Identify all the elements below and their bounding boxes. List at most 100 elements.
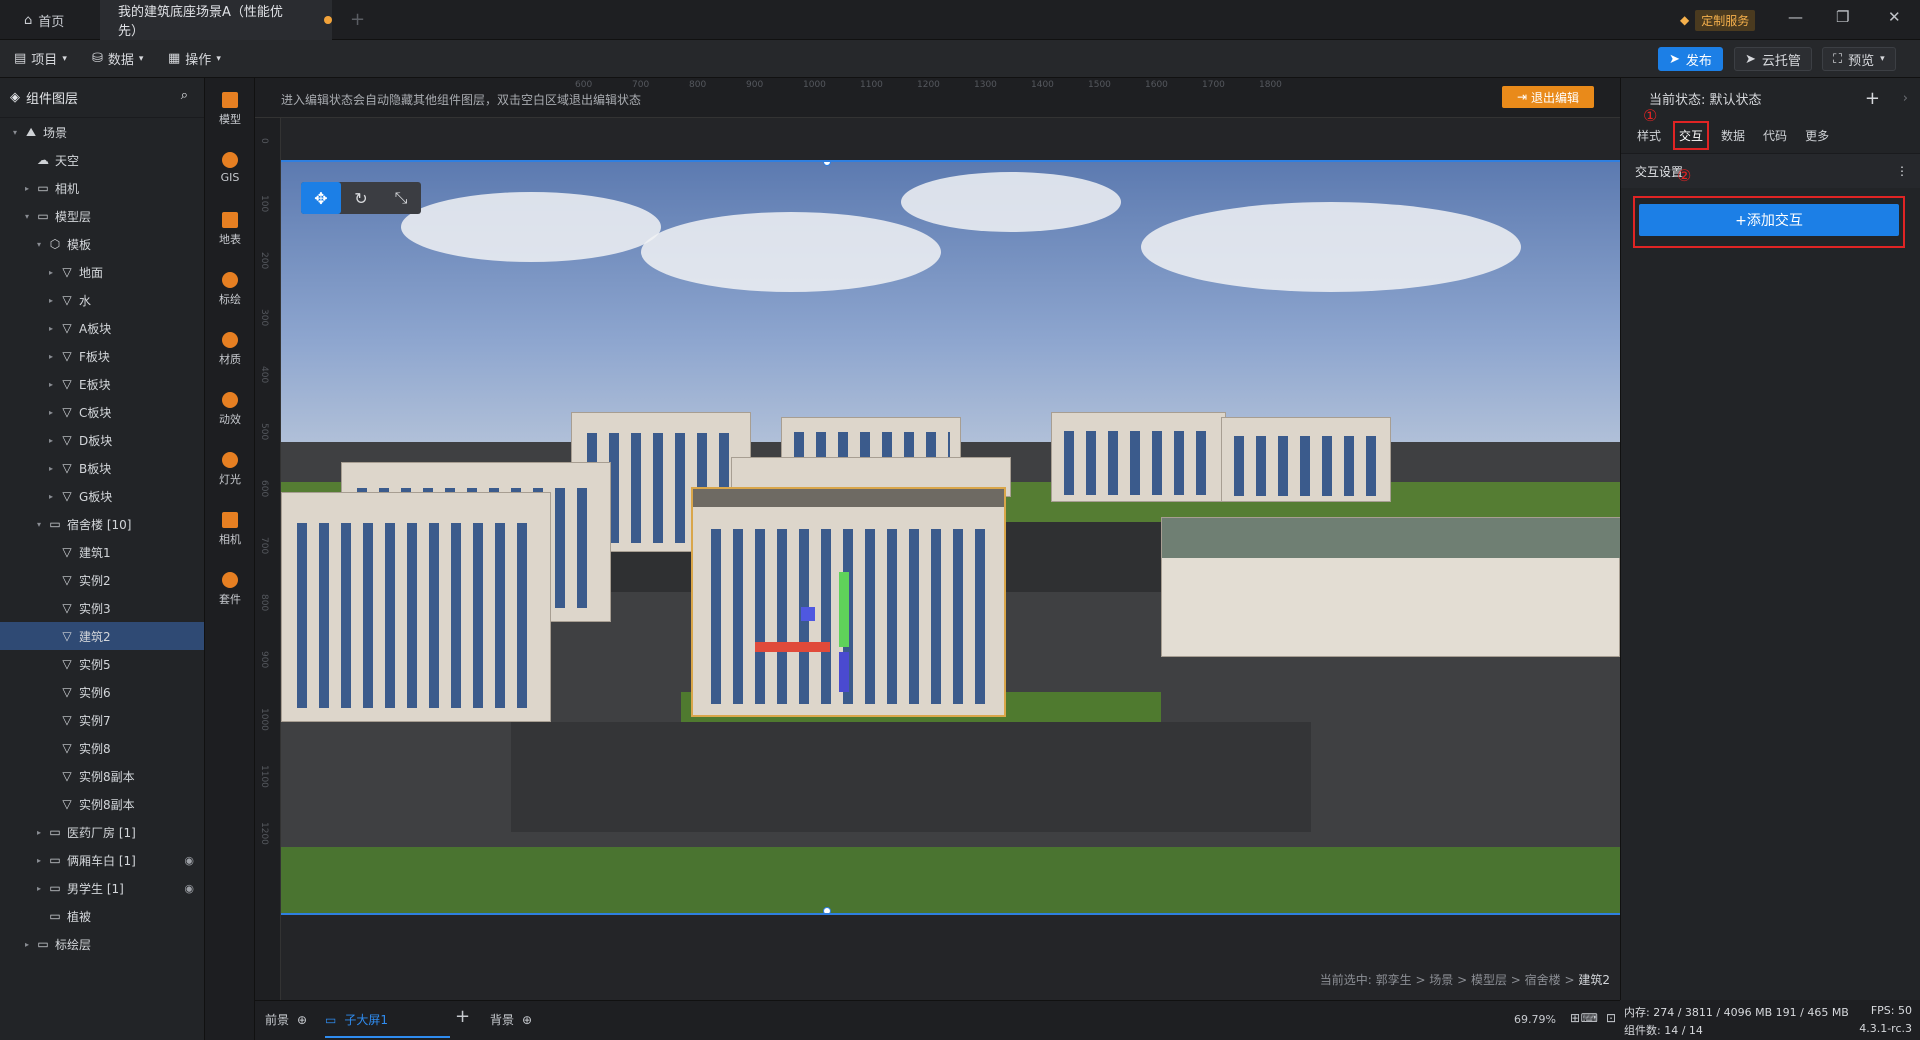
gizmo-x-axis[interactable] bbox=[755, 642, 830, 652]
restore-icon[interactable]: ❐ bbox=[1836, 8, 1849, 26]
layer-item[interactable]: ▸ ▽ E板块 bbox=[0, 370, 204, 398]
layer-item[interactable]: ▸ ▽ C板块 bbox=[0, 398, 204, 426]
caret-down-icon[interactable]: ▾ bbox=[10, 128, 20, 137]
tab-code[interactable]: 代码 bbox=[1763, 127, 1787, 144]
caret-down-icon[interactable]: ▾ bbox=[34, 520, 44, 529]
close-icon[interactable]: ✕ bbox=[1888, 8, 1901, 26]
layer-item[interactable]: ▽ 实例3 bbox=[0, 594, 204, 622]
menu-project[interactable]: ▤ 项目 ▾ bbox=[14, 49, 67, 68]
menu-operation[interactable]: ▦ 操作 ▾ bbox=[168, 49, 221, 68]
caret-down-icon[interactable]: ▾ bbox=[22, 212, 32, 221]
caret-right-icon[interactable]: ▸ bbox=[34, 884, 44, 893]
sub-screen-tab[interactable]: ▭ 子大屏1 bbox=[325, 1011, 450, 1038]
toolbox-gis[interactable]: GIS bbox=[205, 152, 255, 184]
tab-home[interactable]: ⌂ 首页 bbox=[14, 0, 100, 40]
layer-item[interactable]: ▸ ▭ 男学生 [1] ◉ bbox=[0, 874, 204, 902]
hidden-eye-icon[interactable]: ◉ bbox=[184, 854, 194, 867]
move-icon[interactable]: ✥ bbox=[301, 182, 341, 214]
caret-right-icon[interactable]: ▸ bbox=[46, 436, 56, 445]
tab-more[interactable]: 更多 bbox=[1805, 127, 1829, 144]
zoom-level[interactable]: 69.79% bbox=[1514, 1013, 1556, 1026]
caret-right-icon[interactable]: ▸ bbox=[46, 352, 56, 361]
caret-right-icon[interactable]: ▸ bbox=[46, 380, 56, 389]
layer-item[interactable]: ▸ ▽ B板块 bbox=[0, 454, 204, 482]
gizmo-y-axis[interactable] bbox=[839, 572, 849, 647]
caret-right-icon[interactable]: ▸ bbox=[22, 940, 32, 949]
layer-item[interactable]: ▽ 实例2 bbox=[0, 566, 204, 594]
3d-viewport[interactable]: ✥ ↻ ⤡ bbox=[281, 160, 1620, 915]
layer-item[interactable]: ▽ 实例5 bbox=[0, 650, 204, 678]
fit-screen-icon[interactable]: ⊞ bbox=[1570, 1011, 1580, 1025]
add-circle-icon[interactable]: ⊕ bbox=[522, 1013, 532, 1027]
toolbox-camera[interactable]: 相机 bbox=[205, 512, 255, 547]
layer-item[interactable]: ▾ ▭ 宿舍楼 [10] bbox=[0, 510, 204, 538]
layer-item[interactable]: ▾ ⬡ 模板 bbox=[0, 230, 204, 258]
add-circle-icon[interactable]: ⊕ bbox=[297, 1013, 307, 1027]
add-interaction-button[interactable]: +添加交互 bbox=[1639, 204, 1899, 236]
gizmo-plane-handle[interactable] bbox=[801, 607, 815, 621]
toolbox-light[interactable]: 灯光 bbox=[205, 452, 255, 487]
more-vertical-icon[interactable]: ⋮ bbox=[1896, 164, 1908, 178]
toolbox-model[interactable]: 模型 bbox=[205, 92, 255, 127]
layer-item[interactable]: ▾ ▭ 模型层 bbox=[0, 202, 204, 230]
editor-canvas[interactable]: 600 700 800 900 1000 1100 1200 1300 1400 1500 1600… bbox=[255, 78, 1620, 1000]
foreground-tab[interactable]: 前景 ⊕ bbox=[265, 1011, 307, 1028]
layer-item[interactable]: ▽ 建筑1 bbox=[0, 538, 204, 566]
layer-item[interactable]: ▸ ▽ 地面 bbox=[0, 258, 204, 286]
layer-item[interactable]: ▽ 实例8副本 bbox=[0, 762, 204, 790]
add-screen-icon[interactable]: + bbox=[455, 1006, 470, 1027]
menu-data[interactable]: ⛁ 数据 ▾ bbox=[92, 49, 143, 68]
tab-document[interactable]: 我的建筑底座场景A（性能优先） bbox=[100, 0, 332, 40]
background-tab[interactable]: 背景 ⊕ bbox=[490, 1011, 532, 1028]
layer-item[interactable]: ▸ ▽ D板块 bbox=[0, 426, 204, 454]
add-state-icon[interactable]: + bbox=[1865, 88, 1880, 109]
custom-service-button[interactable]: ◆ 定制服务 bbox=[1680, 9, 1756, 31]
layer-item[interactable]: ▾ ⛰ 场景 bbox=[0, 118, 204, 146]
caret-right-icon[interactable]: ▸ bbox=[46, 492, 56, 501]
layer-item[interactable]: ▸ ▽ F板块 bbox=[0, 342, 204, 370]
caret-right-icon[interactable]: ▸ bbox=[46, 464, 56, 473]
caret-right-icon[interactable]: ▸ bbox=[46, 296, 56, 305]
layer-item[interactable]: ▸ ▽ 水 bbox=[0, 286, 204, 314]
toolbox-plot[interactable]: 标绘 bbox=[205, 272, 255, 307]
toolbox-effect[interactable]: 动效 bbox=[205, 392, 255, 427]
layer-item[interactable]: ▽ 实例8副本 bbox=[0, 790, 204, 818]
preview-button[interactable]: ⛶ 预览 ▾ bbox=[1822, 47, 1896, 71]
layer-item[interactable]: ▽ 实例6 bbox=[0, 678, 204, 706]
layer-item[interactable]: ▸ ▽ G板块 bbox=[0, 482, 204, 510]
layer-item[interactable]: ☁ 天空 bbox=[0, 146, 204, 174]
minimize-icon[interactable]: — bbox=[1788, 8, 1803, 26]
tab-style[interactable]: 样式 bbox=[1637, 127, 1661, 144]
new-tab-plus-icon[interactable]: + bbox=[350, 9, 365, 30]
terminal-icon[interactable]: ⊡ bbox=[1606, 1011, 1616, 1025]
layer-item[interactable]: ▸ ▽ A板块 bbox=[0, 314, 204, 342]
keyboard-icon[interactable]: ⌨ bbox=[1581, 1011, 1598, 1025]
toolbox-terrain[interactable]: 地表 bbox=[205, 212, 255, 247]
toolbox-kit[interactable]: 套件 bbox=[205, 572, 255, 607]
caret-right-icon[interactable]: ▸ bbox=[46, 408, 56, 417]
layer-item[interactable]: ▸ ▭ 医药厂房 [1] bbox=[0, 818, 204, 846]
layer-item[interactable]: ▽ 实例7 bbox=[0, 706, 204, 734]
caret-right-icon[interactable]: ▸ bbox=[22, 184, 32, 193]
caret-right-icon[interactable]: ▸ bbox=[46, 268, 56, 277]
search-icon[interactable]: ⌕ bbox=[181, 88, 188, 103]
tab-data[interactable]: 数据 bbox=[1721, 127, 1745, 144]
chevron-right-icon[interactable]: › bbox=[1903, 91, 1908, 106]
rotate-icon[interactable]: ↻ bbox=[341, 182, 381, 214]
caret-right-icon[interactable]: ▸ bbox=[46, 324, 56, 333]
layer-item[interactable]: ▽ 建筑2 bbox=[0, 622, 204, 650]
layer-item[interactable]: ▸ ▭ 标绘层 bbox=[0, 930, 204, 958]
layer-item[interactable]: ▸ ▭ 相机 bbox=[0, 174, 204, 202]
tab-interaction[interactable]: 交互 bbox=[1673, 121, 1710, 150]
publish-button[interactable]: ➤ 发布 bbox=[1658, 47, 1723, 71]
layer-item[interactable]: ▭ 植被 bbox=[0, 902, 204, 930]
layer-item[interactable]: ▸ ▭ 俩厢车白 [1] ◉ bbox=[0, 846, 204, 874]
resize-handle[interactable] bbox=[823, 907, 831, 913]
layer-item[interactable]: ▽ 实例8 bbox=[0, 734, 204, 762]
caret-down-icon[interactable]: ▾ bbox=[34, 240, 44, 249]
gizmo-z-axis[interactable] bbox=[839, 652, 849, 692]
scale-icon[interactable]: ⤡ bbox=[381, 182, 421, 214]
caret-right-icon[interactable]: ▸ bbox=[34, 828, 44, 837]
caret-right-icon[interactable]: ▸ bbox=[34, 856, 44, 865]
state-value[interactable]: 默认状态 bbox=[1710, 89, 1762, 108]
